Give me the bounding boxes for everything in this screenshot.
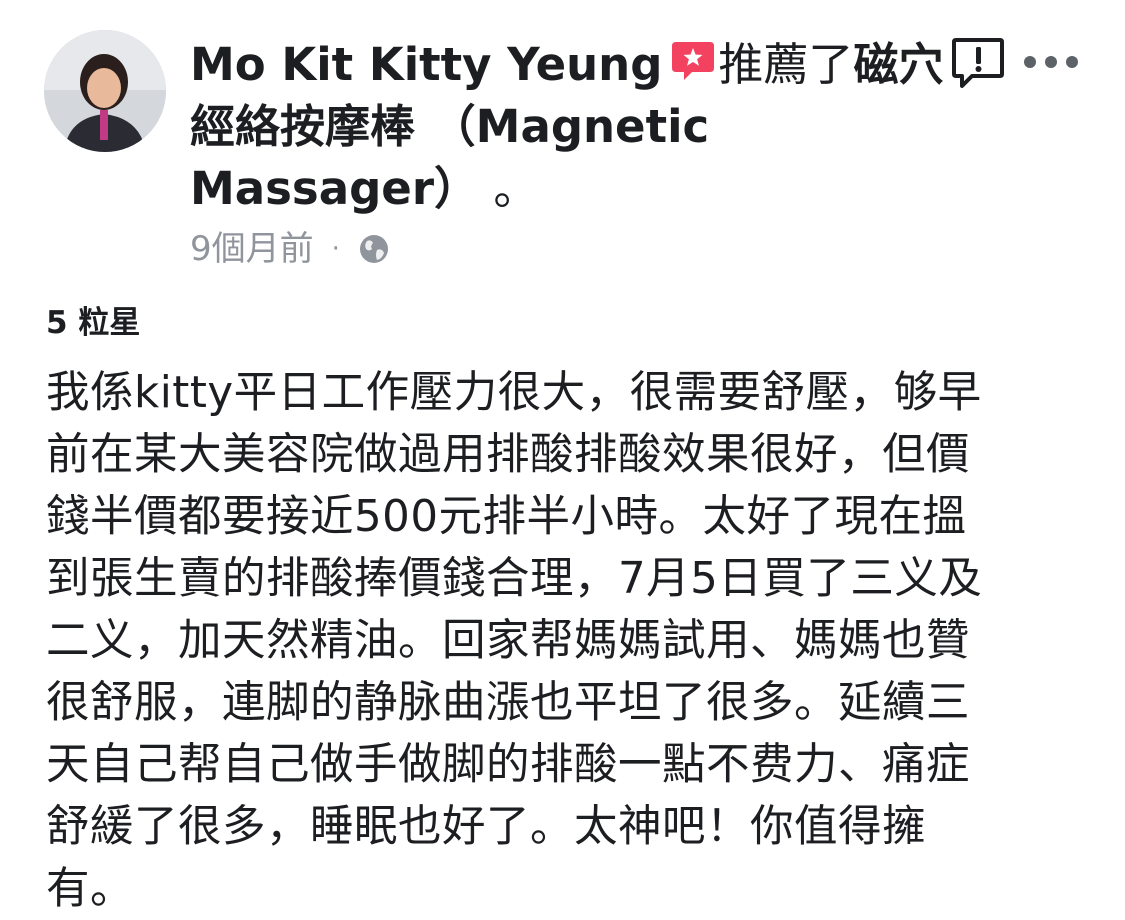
- star-rating: 5 粒星: [46, 305, 141, 341]
- report-speech-bubble-exclamation-icon[interactable]: [950, 36, 1006, 92]
- author-name[interactable]: Mo Kit Kitty Yeung: [190, 38, 662, 91]
- review-line: 有。: [46, 864, 134, 914]
- post-timestamp[interactable]: 9個月前: [190, 226, 314, 272]
- more-dot: [1024, 56, 1036, 68]
- more-dot: [1045, 56, 1057, 68]
- globe-icon[interactable]: [358, 233, 390, 265]
- review-line: 舒緩了很多，睡眠也好了。太神吧！你值得擁: [46, 802, 926, 852]
- review-line: 前在某大美容院做過用排酸排酸效果很好，但價: [46, 430, 970, 480]
- review-line: 很舒服，連脚的静脉曲漲也平坦了很多。延續三: [46, 678, 970, 728]
- avatar-photo: [44, 30, 166, 152]
- meta-separator: ·: [331, 234, 340, 264]
- more-dots-icon[interactable]: [1024, 44, 1078, 80]
- review-text: 我係kitty平日工作壓力很大，很需要舒壓，够早 前在某大美容院做過用排酸排酸效…: [46, 362, 1086, 920]
- review-line: 錢半價都要接近500元排半小時。太好了現在搵: [46, 492, 967, 542]
- recommend-verb: 推薦了: [718, 38, 854, 91]
- review-line: 到張生賣的排酸捧價錢合理，7月5日買了三义及: [46, 554, 983, 604]
- post-meta: 9個月前 ·: [190, 226, 390, 272]
- recommend-speech-bubble-star-icon: [672, 42, 715, 80]
- more-dot: [1066, 56, 1078, 68]
- review-line: 天自己帮自己做手做脚的排酸一點不费力、痛症: [46, 740, 970, 790]
- post-header: Mo Kit Kitty Yeung 推薦了磁穴經絡按摩棒 （Magnetic …: [190, 34, 950, 220]
- review-line: 我係kitty平日工作壓力很大，很需要舒壓，够早: [46, 368, 982, 418]
- recommend-period: 。: [479, 162, 539, 215]
- review-line: 二义，加天然精油。回家帮媽媽試用、媽媽也贊: [46, 616, 970, 666]
- author-avatar[interactable]: [44, 30, 166, 152]
